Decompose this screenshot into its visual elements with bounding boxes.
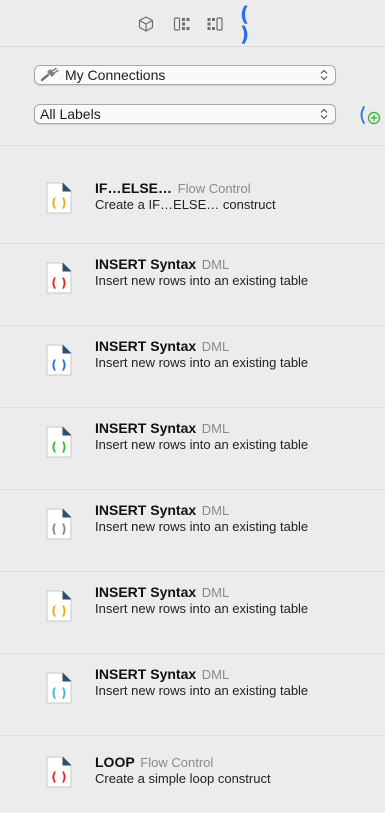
snippet-category: Flow Control — [140, 755, 214, 770]
snippet-document-icon: ( ) — [44, 670, 74, 706]
snippet-category: DML — [201, 585, 230, 600]
snippet-description: Create a simple loop construct — [95, 771, 271, 786]
add-snippet-icon — [360, 106, 381, 125]
snippet-name: INSERT Syntax — [95, 420, 197, 436]
snippet-row[interactable]: ( ) IF…ELSE… Flow Control Create a IF…ELSE… — [0, 162, 385, 244]
snippet-document-icon: ( ) — [44, 180, 74, 216]
cube-icon[interactable] — [136, 14, 156, 34]
snippet-row[interactable]: ( ) INSERT Syntax DML Insert new rows into… — [0, 326, 385, 408]
snippet-category: DML — [201, 421, 230, 436]
snippet-text: INSERT Syntax DML Insert new rows into an… — [95, 502, 373, 535]
snippet-description: Insert new rows into an existing table — [95, 519, 309, 534]
snippet-text: LOOP Flow Control Create a simple loop co… — [95, 754, 373, 787]
snippet-text: INSERT Syntax DML Insert new rows into an… — [95, 256, 373, 289]
svg-text:( ): ( ) — [51, 686, 66, 700]
snippet-row[interactable]: ( ) INSERT Syntax DML Insert new rows into… — [0, 408, 385, 490]
chevron-updown-icon — [313, 105, 335, 123]
snippet-text: INSERT Syntax DML Insert new rows into an… — [95, 584, 373, 617]
labels-label: All Labels — [40, 106, 101, 122]
snippet-name: INSERT Syntax — [95, 256, 197, 272]
snippet-description: Insert new rows into an existing table — [95, 273, 309, 288]
snippet-description: Insert new rows into an existing table — [95, 601, 309, 616]
add-label-button[interactable] — [356, 103, 382, 127]
divider — [0, 145, 385, 146]
snippet-category: DML — [201, 667, 230, 682]
svg-text:( ): ( ) — [51, 358, 66, 372]
snippet-description: Insert new rows into an existing table — [95, 683, 309, 698]
snippet-row[interactable]: ( ) INSERT Syntax DML Insert new rows into… — [0, 490, 385, 572]
parentheses-icon[interactable]: ( ) — [240, 4, 260, 44]
svg-text:( ): ( ) — [51, 604, 66, 618]
snippet-document-icon: ( ) — [44, 342, 74, 378]
snippet-name: INSERT Syntax — [95, 502, 197, 518]
divider — [0, 46, 385, 47]
snippet-row[interactable]: ( ) INSERT Syntax DML Insert new rows into… — [0, 654, 385, 736]
snippet-document-icon: ( ) — [44, 424, 74, 460]
snippet-description: Insert new rows into an existing table — [95, 437, 309, 452]
connections-popup[interactable]: My Connections — [34, 65, 336, 85]
toolbar: ( ) — [0, 0, 385, 46]
snippet-row[interactable]: ( ) INSERT Syntax DML Insert new rows into… — [0, 572, 385, 654]
snippet-document-icon: ( ) — [44, 506, 74, 542]
snippet-document-icon: ( ) — [44, 754, 74, 790]
snippet-description: Create a IF…ELSE… construct — [95, 197, 276, 212]
labels-popup[interactable]: All Labels — [34, 104, 336, 124]
chevron-updown-icon — [313, 66, 335, 84]
snippet-name: INSERT Syntax — [95, 338, 197, 354]
plug-icon — [39, 67, 61, 83]
snippet-category: DML — [201, 257, 230, 272]
snippet-document-icon: ( ) — [44, 260, 74, 296]
snippet-category: DML — [201, 503, 230, 518]
snippet-text: INSERT Syntax DML Insert new rows into an… — [95, 338, 373, 371]
snippet-list: ( ) IF…ELSE… Flow Control Create a IF…ELSE… — [0, 162, 385, 813]
snippet-category: DML — [201, 339, 230, 354]
grid-icon[interactable] — [172, 14, 192, 34]
connections-label: My Connections — [65, 67, 166, 83]
grid-icon[interactable] — [205, 14, 225, 34]
snippet-text: INSERT Syntax DML Insert new rows into an… — [95, 666, 373, 699]
svg-text:( ): ( ) — [51, 522, 66, 536]
snippet-name: IF…ELSE… — [95, 180, 173, 196]
svg-text:( ): ( ) — [51, 770, 66, 784]
snippet-name: LOOP — [95, 754, 135, 770]
svg-text:( ): ( ) — [51, 440, 66, 454]
snippet-row[interactable]: ( ) INSERT Syntax DML Insert new rows into… — [0, 244, 385, 326]
snippet-document-icon: ( ) — [44, 588, 74, 624]
snippet-row[interactable]: ( ) LOOP Flow Control Create a simple loop… — [0, 736, 385, 813]
snippet-name: INSERT Syntax — [95, 666, 197, 682]
svg-text:( ): ( ) — [51, 196, 66, 210]
snippet-category: Flow Control — [177, 181, 251, 196]
snippet-description: Insert new rows into an existing table — [95, 355, 309, 370]
snippet-name: INSERT Syntax — [95, 584, 197, 600]
svg-text:( ): ( ) — [51, 276, 66, 290]
snippet-text: INSERT Syntax DML Insert new rows into an… — [95, 420, 373, 453]
snippet-text: IF…ELSE… Flow Control Create a IF…ELSE… c… — [95, 180, 373, 213]
